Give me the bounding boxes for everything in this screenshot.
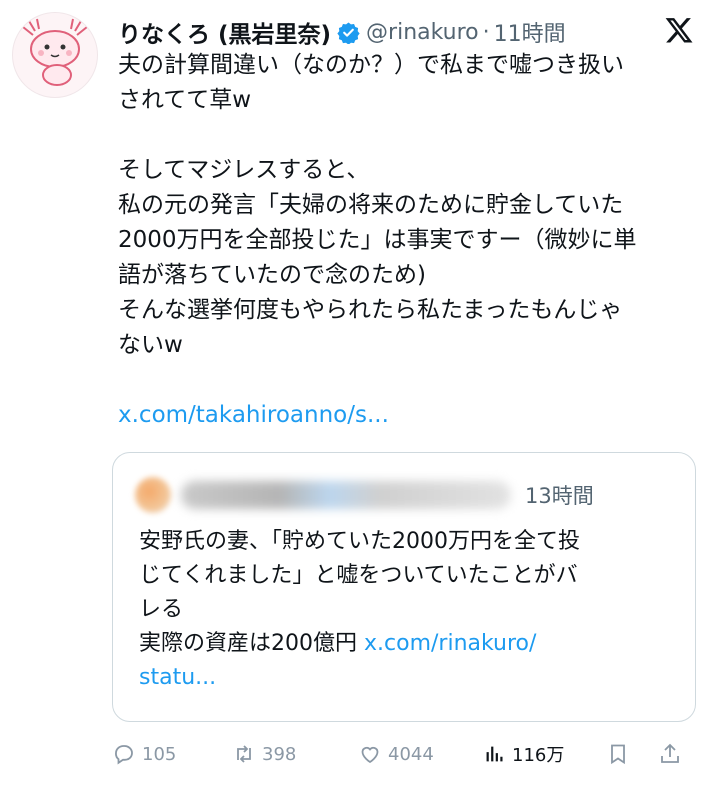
handle[interactable]: @rinakuro — [366, 20, 479, 45]
like-count: 4044 — [388, 743, 434, 765]
quoted-line: レる — [139, 597, 184, 622]
tweet-line: 語が落ちていたので念のため) — [118, 262, 426, 288]
blurred-avatar — [135, 477, 171, 513]
reply-count: 105 — [142, 743, 177, 765]
bookmark-button[interactable] — [606, 742, 658, 766]
reply-icon — [115, 745, 133, 765]
tweet-line: ないw — [118, 332, 183, 358]
quoted-link[interactable]: x.com/rinakuro/ — [364, 631, 536, 656]
tweet-line — [118, 118, 698, 153]
quoted-line: 実際の資産は200億円 x.com/rinakuro/ — [139, 627, 679, 661]
share-button[interactable] — [658, 742, 694, 766]
quoted-line: じてくれました」と嘘をついていたことがバ — [139, 563, 578, 588]
separator-dot: · — [482, 19, 490, 45]
quoted-line: 安野氏の妻、「貯めていた2000万円を全て投 — [139, 529, 580, 554]
views-button[interactable]: 116万 — [484, 741, 606, 767]
reply-button[interactable]: 105 — [112, 742, 232, 766]
axolotl-avatar-icon — [22, 18, 88, 86]
like-icon — [361, 746, 379, 764]
action-bar: 105 398 4044 116万 — [112, 734, 702, 774]
quoted-tweet-header: 13時間 — [135, 473, 594, 517]
display-name[interactable]: りなくろ (黒岩里奈) — [118, 15, 331, 49]
x-logo-icon[interactable] — [664, 15, 694, 45]
tweet-line: 私の元の発言「夫婦の将来のために貯金していた — [118, 192, 624, 218]
avatar[interactable] — [12, 12, 98, 98]
like-button[interactable]: 4044 — [358, 742, 484, 766]
quoted-timestamp[interactable]: 13時間 — [525, 480, 594, 510]
tweet-line: 夫の計算間違い（なのか？）で私まで嘘つき扱い — [118, 52, 624, 78]
views-icon — [486, 746, 503, 762]
timestamp[interactable]: 11時間 — [494, 16, 566, 48]
tweet-header: りなくろ (黒岩里奈) @rinakuro · 11時間 — [118, 12, 698, 52]
tweet-line: そんな選挙何度もやられたら私たまったもんじゃ — [118, 297, 623, 323]
tweet-link[interactable]: x.com/takahiroanno/s... — [118, 398, 698, 433]
tweet-line: されてて草w — [118, 87, 252, 113]
quoted-tweet-text: 安野氏の妻、「貯めていた2000万円を全て投 じてくれました」と嘘をついていたこ… — [139, 525, 679, 695]
tweet-text: 夫の計算間違い（なのか？）で私まで嘘つき扱い されてて草w そしてマジレスすると… — [118, 48, 698, 433]
quoted-link-continued[interactable]: statu... — [139, 661, 679, 695]
quoted-line-text: 実際の資産は200億円 — [139, 631, 364, 656]
tweet-line: そしてマジレスすると、 — [118, 157, 370, 183]
repost-button[interactable]: 398 — [232, 742, 358, 766]
tweet-line — [118, 363, 698, 398]
repost-count: 398 — [262, 743, 297, 765]
verified-badge-icon — [337, 21, 360, 44]
views-count: 116万 — [512, 745, 565, 766]
blurred-name — [181, 481, 511, 509]
repost-icon — [237, 745, 251, 763]
share-icon — [661, 743, 679, 763]
quoted-tweet[interactable]: 13時間 安野氏の妻、「貯めていた2000万円を全て投 じてくれました」と嘘をつ… — [112, 452, 696, 722]
tweet-line: 2000万円を全部投じた」は事実ですー（微妙に単 — [118, 227, 637, 253]
bookmark-icon — [611, 744, 625, 765]
